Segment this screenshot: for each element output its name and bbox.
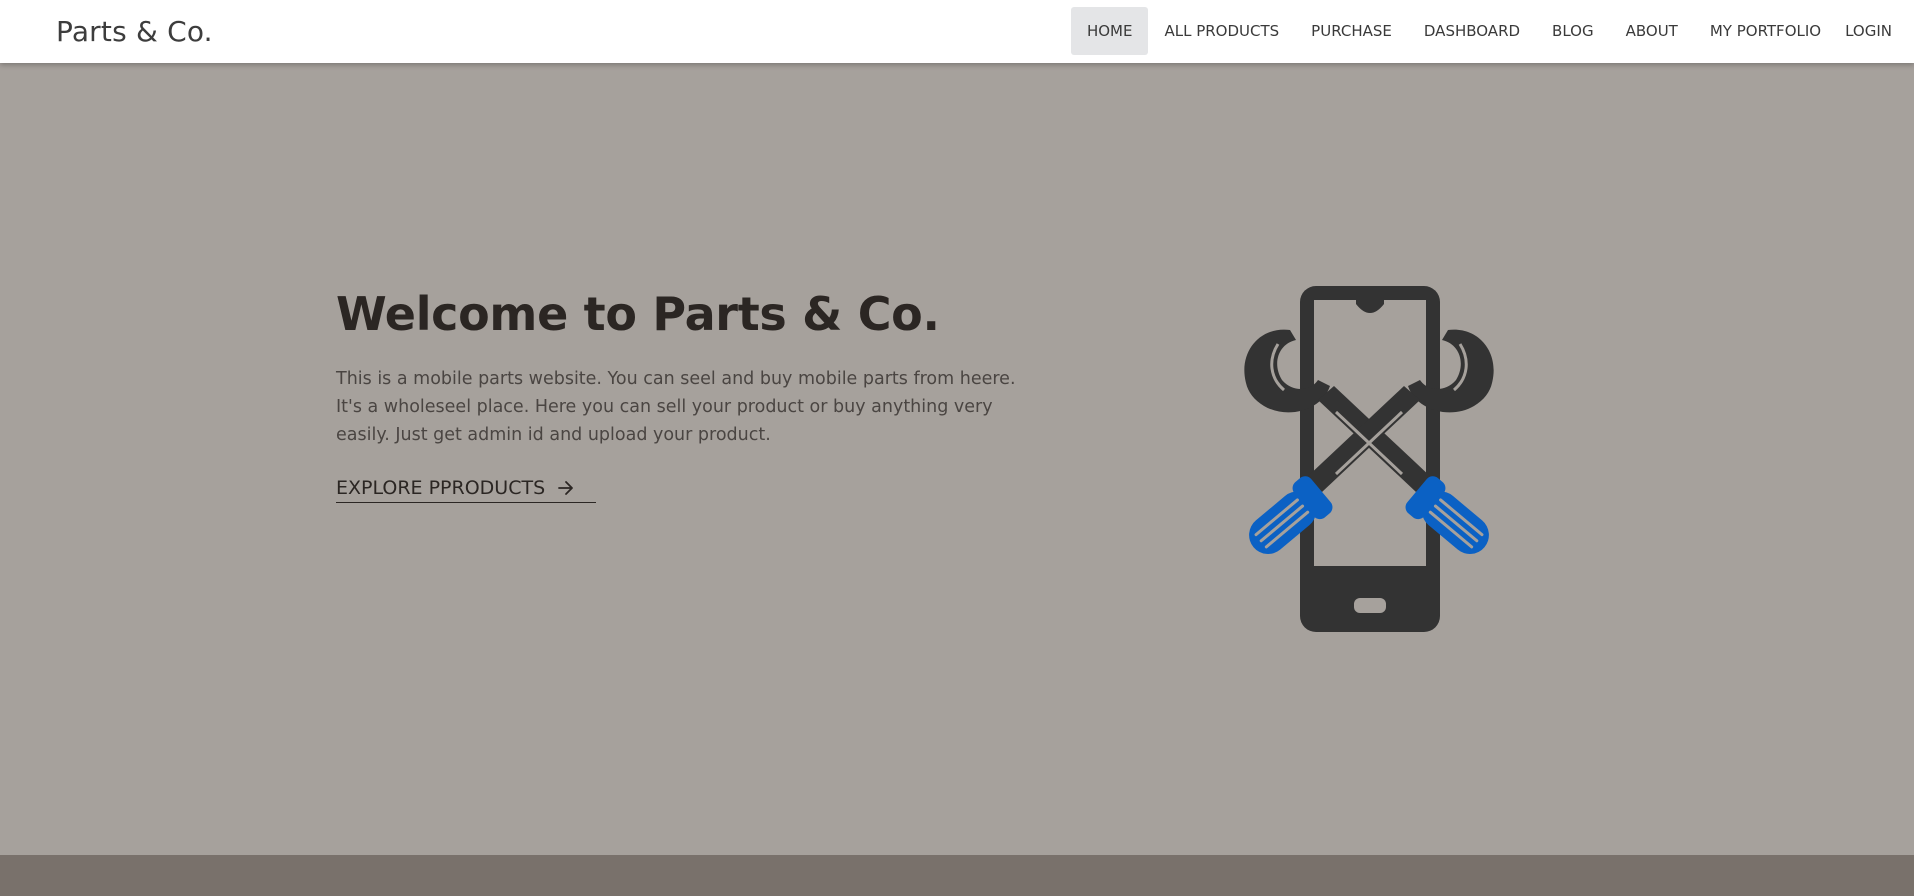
nav-dashboard[interactable]: DASHBOARD <box>1408 7 1536 55</box>
main-nav: HOME ALL PRODUCTS PURCHASE DASHBOARD BLO… <box>1070 7 1904 55</box>
brand-logo[interactable]: Parts & Co. <box>56 15 213 48</box>
explore-products-link[interactable]: EXPLORE PPRODUCTS <box>336 473 596 503</box>
nav-my-portfolio[interactable]: MY PORTFOLIO <box>1694 7 1837 55</box>
nav-all-products[interactable]: ALL PRODUCTS <box>1148 7 1295 55</box>
arrow-right-icon <box>557 480 575 496</box>
explore-products-label: EXPLORE PPRODUCTS <box>336 476 546 499</box>
nav-about[interactable]: ABOUT <box>1610 7 1694 55</box>
phone-repair-tools-icon <box>1234 282 1504 636</box>
hero-description: This is a mobile parts website. You can … <box>336 369 1016 445</box>
nav-blog[interactable]: BLOG <box>1536 7 1610 55</box>
nav-purchase[interactable]: PURCHASE <box>1295 7 1408 55</box>
hero-title: Welcome to Parts & Co. <box>336 287 940 341</box>
footer-band <box>0 855 1914 896</box>
top-navbar: Parts & Co. HOME ALL PRODUCTS PURCHASE D… <box>0 0 1914 63</box>
hero-section <box>0 63 1914 855</box>
nav-home[interactable]: HOME <box>1070 7 1149 55</box>
nav-login[interactable]: LOGIN <box>1837 7 1904 55</box>
